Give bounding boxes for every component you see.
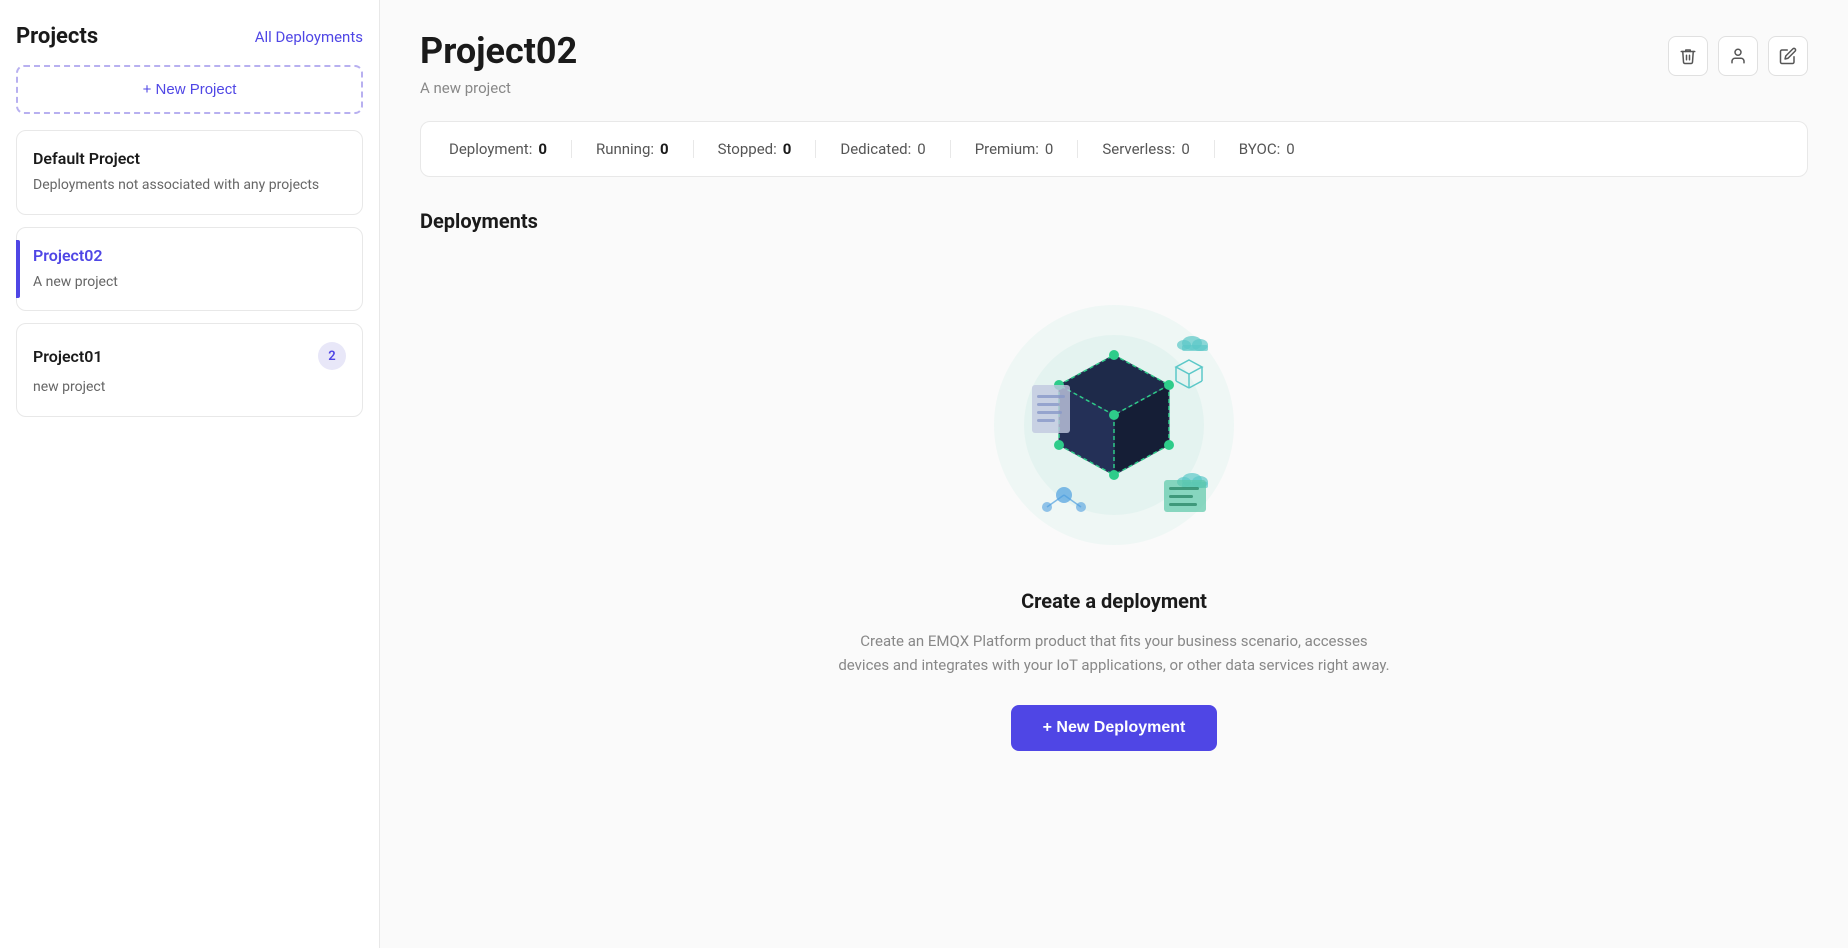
pencil-icon [1779,47,1797,65]
stat-label: Stopped: [718,140,777,158]
stat-label: Running: [596,140,654,158]
stat-value: 0 [917,140,925,158]
members-button[interactable] [1718,36,1758,76]
edit-button[interactable] [1768,36,1808,76]
project-card-project02[interactable]: Project02 A new project [16,227,363,312]
delete-button[interactable] [1668,36,1708,76]
stats-bar: Deployment: 0 Running: 0 Stopped: 0 Dedi… [420,121,1808,177]
project-description: A new project [33,273,346,293]
project-card-project01[interactable]: Project01 2 new project [16,323,363,417]
deployments-section-title: Deployments [420,209,1808,233]
project-card-header: Default Project [33,149,346,168]
action-buttons [1668,36,1808,76]
main-header: Project02 A new project [420,30,1808,97]
project-name: Project02 [33,246,103,265]
sidebar-header: Projects All Deployments [16,24,363,49]
new-deployment-button[interactable]: + New Deployment [1011,705,1218,751]
stat-value: 0 [1045,140,1053,158]
stat-label: Premium: [975,140,1039,158]
project-description: new project [33,378,346,398]
person-icon [1729,47,1747,65]
stat-item: Premium: 0 [975,140,1079,158]
stat-item: Stopped: 0 [718,140,817,158]
stat-label: Dedicated: [840,140,911,158]
sidebar: Projects All Deployments + New Project D… [0,0,380,948]
stat-item: Dedicated: 0 [840,140,950,158]
stat-value: 0 [1181,140,1189,158]
project-list: Default Project Deployments not associat… [16,130,363,417]
empty-state-description: Create an EMQX Platform product that fit… [834,629,1394,677]
stat-item: Serverless: 0 [1102,140,1214,158]
stat-value: 0 [660,140,669,158]
project-card-default[interactable]: Default Project Deployments not associat… [16,130,363,215]
stat-label: BYOC: [1239,140,1280,158]
stat-label: Serverless: [1102,140,1175,158]
project-subtitle: A new project [420,79,577,97]
project-description: Deployments not associated with any proj… [33,176,346,196]
stat-value: 0 [783,140,792,158]
project-title: Project02 [420,30,577,73]
deployment-illustration [974,285,1254,565]
main-content: Project02 A new project [380,0,1848,948]
project-name: Project01 [33,347,103,366]
trash-icon [1679,47,1697,65]
empty-state: Create a deployment Create an EMQX Platf… [420,265,1808,771]
stat-value: 0 [538,140,547,158]
all-deployments-link[interactable]: All Deployments [255,28,363,46]
project-card-header: Project02 [33,246,346,265]
stat-label: Deployment: [449,140,532,158]
sidebar-title: Projects [16,24,98,49]
stat-item: Running: 0 [596,140,694,158]
stat-item: BYOC: 0 [1239,140,1295,158]
new-project-button[interactable]: + New Project [16,65,363,114]
stat-value: 0 [1286,140,1294,158]
project-name: Default Project [33,149,140,168]
empty-state-title: Create a deployment [1021,589,1207,613]
stat-item: Deployment: 0 [449,140,572,158]
project-card-header: Project01 2 [33,342,346,370]
project-info: Project02 A new project [420,30,577,97]
deployments-section: Deployments [420,209,1808,771]
project-badge: 2 [318,342,346,370]
